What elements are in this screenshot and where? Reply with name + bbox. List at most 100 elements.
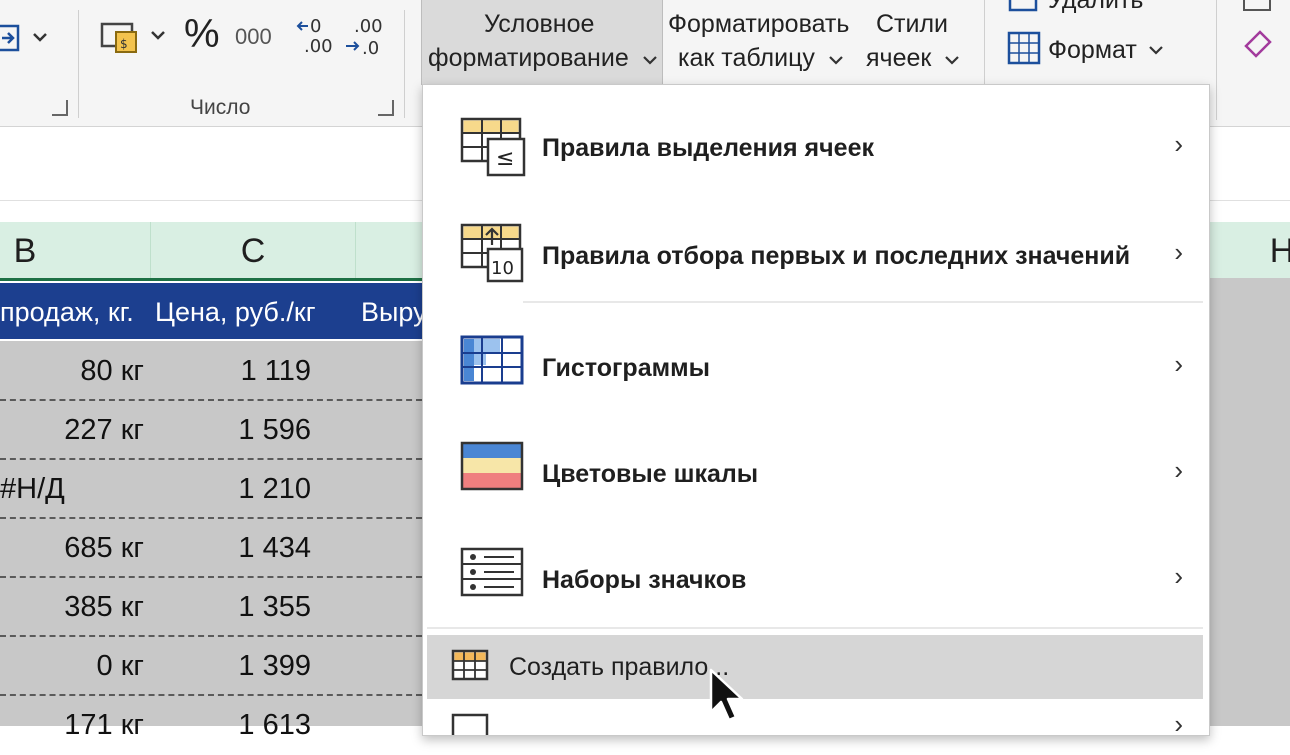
percent-style-button[interactable]: % bbox=[184, 12, 220, 57]
svg-text:10: 10 bbox=[491, 258, 514, 279]
format-as-table-label-2: как таблицу bbox=[678, 44, 815, 72]
number-group-label: Число bbox=[190, 96, 251, 119]
eraser-icon[interactable] bbox=[1240, 0, 1280, 70]
svg-text:0: 0 bbox=[310, 16, 321, 37]
comma-style-button[interactable]: 000 bbox=[235, 24, 272, 50]
format-cells-icon bbox=[1007, 31, 1041, 65]
price-cell[interactable]: 1 355 bbox=[238, 577, 311, 635]
chevron-down-icon bbox=[1149, 46, 1163, 55]
svg-text:.00: .00 bbox=[304, 36, 333, 56]
header-cell-sales-kg[interactable]: продаж, кг. bbox=[0, 283, 134, 339]
cell-styles-label-2: ячеек bbox=[866, 44, 932, 72]
group-separator bbox=[1216, 0, 1217, 120]
price-cell[interactable]: 1 434 bbox=[238, 518, 311, 576]
qty-cell[interactable]: #Н/Д bbox=[0, 459, 65, 517]
chevron-right-icon: › bbox=[1174, 129, 1183, 159]
menu-item-new-rule[interactable]: Создать правило... bbox=[427, 635, 1203, 699]
menu-item-label: Гистограммы bbox=[542, 354, 710, 382]
new-rule-icon bbox=[451, 649, 489, 681]
cell-styles-button[interactable]: Стили ячеек bbox=[862, 0, 972, 84]
data-bars-icon bbox=[460, 335, 524, 385]
chevron-down-icon bbox=[643, 56, 657, 65]
conditional-formatting-label-1: Условное bbox=[484, 10, 595, 38]
chevron-down-icon bbox=[945, 56, 959, 65]
format-as-table-button[interactable]: Форматировать как таблицу bbox=[666, 0, 862, 84]
table-row: 171 кг 1 613 bbox=[0, 695, 422, 753]
column-divider bbox=[355, 222, 356, 278]
svg-text:≤: ≤ bbox=[496, 146, 514, 171]
menu-item-icon-sets[interactable]: Наборы значков › bbox=[423, 539, 1209, 623]
format-cells-button[interactable]: Формат bbox=[1004, 30, 1174, 70]
header-cell-revenue[interactable]: Выру bbox=[361, 283, 427, 339]
delete-cells-button[interactable]: Удалить bbox=[1004, 0, 1184, 16]
qty-cell[interactable]: 685 кг bbox=[64, 518, 144, 576]
qty-cell[interactable]: 385 кг bbox=[64, 577, 144, 635]
grid-area-right bbox=[1206, 278, 1290, 726]
svg-text:$: $ bbox=[120, 37, 128, 51]
price-cell[interactable]: 1 210 bbox=[238, 459, 311, 517]
table-row: 385 кг 1 355 bbox=[0, 577, 422, 637]
color-scales-icon bbox=[460, 441, 524, 491]
format-as-table-label-1: Форматировать bbox=[668, 10, 850, 38]
menu-item-partial[interactable]: › bbox=[423, 705, 1209, 735]
format-cells-label: Формат bbox=[1048, 36, 1137, 64]
column-divider bbox=[150, 222, 151, 278]
qty-cell[interactable]: 80 кг bbox=[80, 341, 144, 399]
conditional-formatting-label-2: форматирование bbox=[428, 44, 629, 72]
menu-separator bbox=[427, 627, 1203, 629]
table-row: 0 кг 1 399 bbox=[0, 636, 422, 696]
chevron-right-icon: › bbox=[1174, 709, 1183, 735]
group-separator bbox=[78, 10, 79, 118]
price-cell[interactable]: 1 613 bbox=[238, 695, 311, 753]
chevron-down-icon bbox=[829, 56, 843, 65]
chevron-right-icon: › bbox=[1174, 455, 1183, 485]
price-cell[interactable]: 1 399 bbox=[238, 636, 311, 694]
menu-item-color-scales[interactable]: Цветовые шкалы › bbox=[423, 433, 1209, 517]
price-cell[interactable]: 1 596 bbox=[238, 400, 311, 458]
header-cell-price[interactable]: Цена, руб./кг bbox=[155, 283, 316, 339]
qty-cell[interactable]: 0 кг bbox=[97, 636, 144, 694]
menu-item-label: Правила выделения ячеек bbox=[542, 134, 874, 162]
qty-cell[interactable]: 171 кг bbox=[64, 695, 144, 753]
number-format-icon[interactable]: $ bbox=[100, 18, 170, 58]
column-header-c[interactable]: C bbox=[152, 222, 354, 278]
menu-separator bbox=[523, 301, 1203, 303]
merge-cells-icon[interactable] bbox=[0, 22, 52, 56]
svg-text:.00: .00 bbox=[354, 16, 383, 37]
top-bottom-rules-icon: 10 bbox=[460, 223, 524, 283]
chevron-right-icon: › bbox=[1174, 237, 1183, 267]
price-cell[interactable]: 1 119 bbox=[241, 341, 311, 399]
conditional-formatting-button[interactable]: Условное форматирование bbox=[421, 0, 663, 85]
group-separator bbox=[404, 10, 405, 118]
decrease-decimal-icon[interactable]: .00 .0 bbox=[344, 14, 386, 56]
data-area: 80 кг 1 119 227 кг 1 596 #Н/Д 1 210 685 … bbox=[0, 341, 422, 741]
menu-item-label: Правила отбора первых и последних значен… bbox=[542, 242, 1131, 270]
delete-cells-icon bbox=[1008, 0, 1038, 12]
manage-rules-icon bbox=[451, 713, 489, 735]
menu-item-highlight-rules[interactable]: ≤ Правила выделения ячеек › bbox=[423, 107, 1209, 191]
group-separator bbox=[984, 0, 985, 84]
mouse-cursor-icon bbox=[709, 668, 744, 722]
new-rule-label: Создать правило... bbox=[509, 653, 730, 681]
column-header-h[interactable]: H bbox=[1262, 222, 1290, 278]
cell-styles-label-1: Стили bbox=[876, 10, 949, 38]
table-row: 685 кг 1 434 bbox=[0, 518, 422, 578]
icon-sets-icon bbox=[460, 547, 524, 597]
increase-decimal-icon[interactable]: 0 .00 bbox=[296, 14, 336, 56]
number-launcher-icon[interactable] bbox=[378, 100, 394, 116]
column-header-b[interactable]: B bbox=[0, 222, 50, 278]
highlight-rules-icon: ≤ bbox=[460, 117, 526, 177]
conditional-formatting-menu: ≤ Правила выделения ячеек › 10 Правила о… bbox=[422, 84, 1210, 736]
delete-cells-label: Удалить bbox=[1048, 0, 1144, 14]
qty-cell[interactable]: 227 кг bbox=[64, 400, 144, 458]
menu-item-data-bars[interactable]: Гистограммы › bbox=[423, 327, 1209, 411]
table-row: 80 кг 1 119 bbox=[0, 341, 422, 401]
menu-item-top-bottom-rules[interactable]: 10 Правила отбора первых и последних зна… bbox=[423, 215, 1209, 299]
svg-text:.0: .0 bbox=[362, 38, 379, 56]
table-row: 227 кг 1 596 bbox=[0, 400, 422, 460]
alignment-launcher-icon[interactable] bbox=[52, 100, 68, 116]
menu-item-label: Наборы значков bbox=[542, 566, 747, 594]
table-header-row: продаж, кг. Цена, руб./кг Выру bbox=[0, 283, 427, 339]
menu-item-label: Цветовые шкалы bbox=[542, 460, 759, 488]
chevron-right-icon: › bbox=[1174, 349, 1183, 379]
